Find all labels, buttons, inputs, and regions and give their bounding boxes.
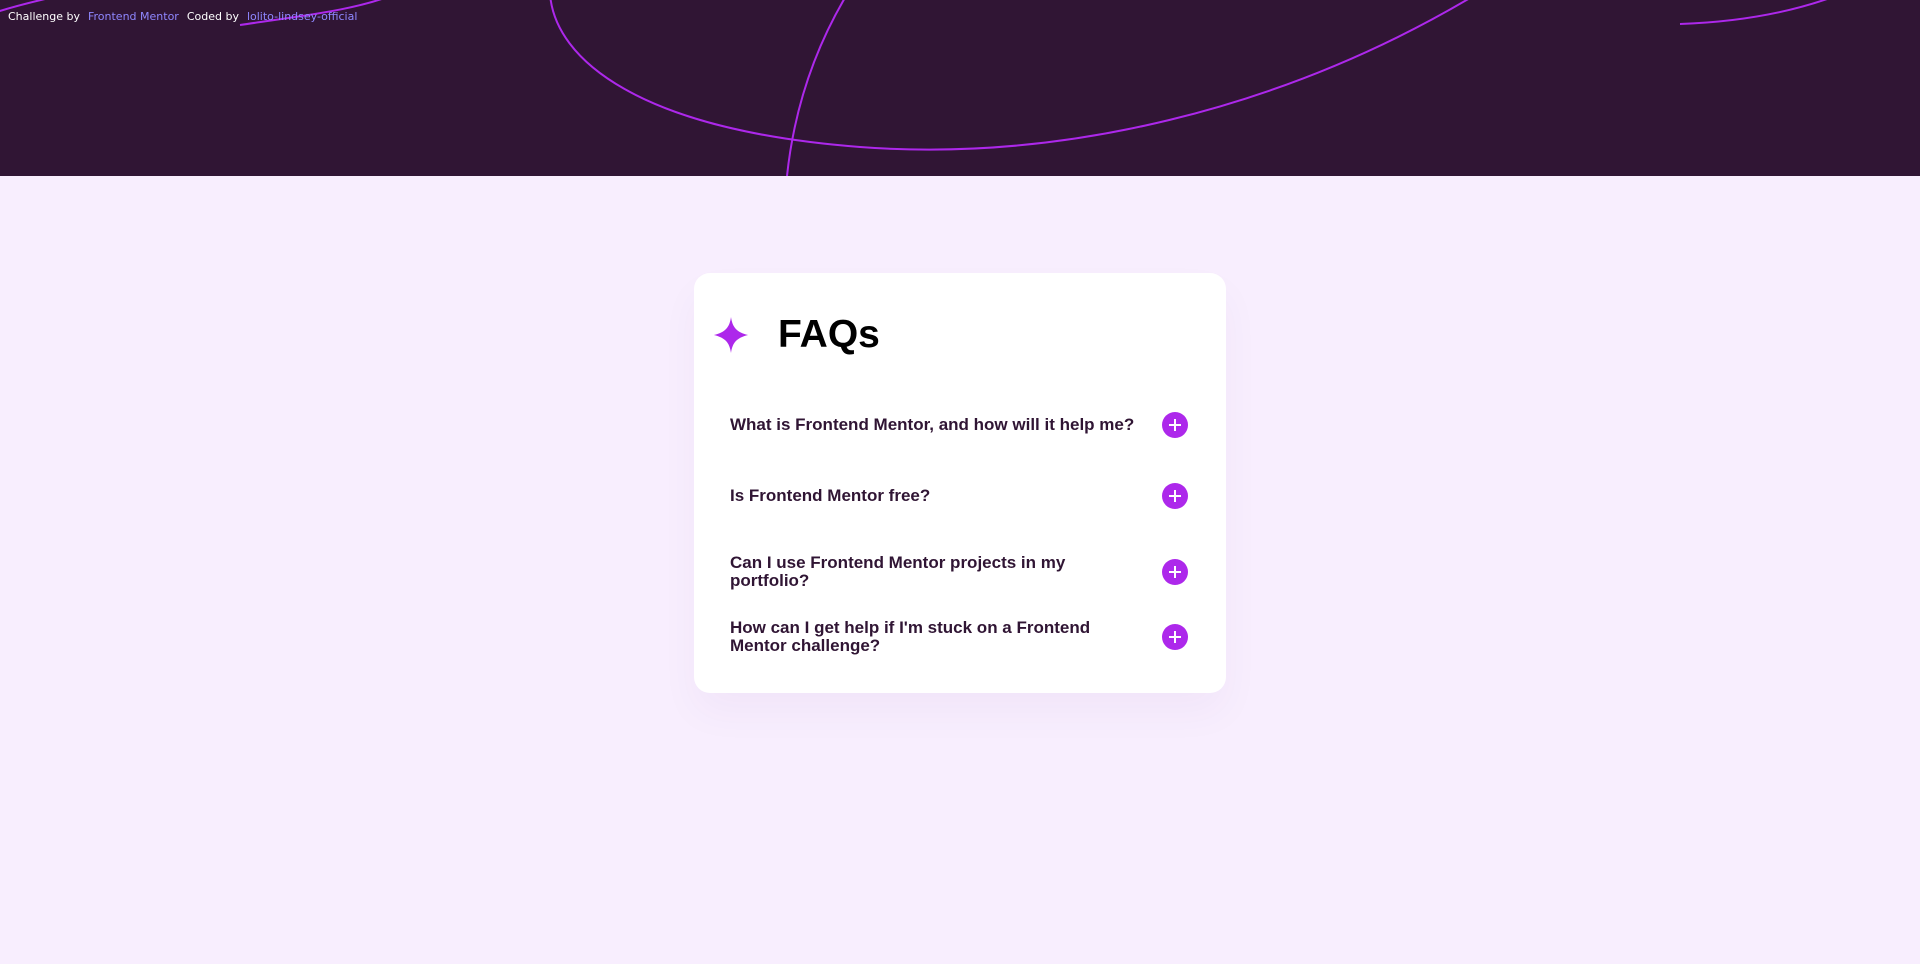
faq-question: What is Frontend Mentor, and how will it… xyxy=(730,415,1135,434)
attribution-challenge-label: Challenge by xyxy=(8,10,80,23)
faq-item-get-help[interactable]: How can I get help if I'm stuck on a Fro… xyxy=(730,619,1188,655)
page-title: FAQs xyxy=(778,313,880,356)
frontend-mentor-link[interactable]: Frontend Mentor xyxy=(88,10,179,23)
faq-question: How can I get help if I'm stuck on a Fro… xyxy=(730,618,1091,655)
attribution: Challenge by Frontend Mentor Coded by lolit… xyxy=(8,10,365,23)
plus-icon[interactable] xyxy=(1162,559,1188,585)
faq-item-what-is-frontend-mentor[interactable]: What is Frontend Mentor, and how will it… xyxy=(730,412,1188,438)
plus-icon[interactable] xyxy=(1162,483,1188,509)
plus-icon[interactable] xyxy=(1162,412,1188,438)
faq-card: FAQs What is Frontend Mentor, and how wi… xyxy=(694,273,1226,693)
faq-item-is-free[interactable]: Is Frontend Mentor free? xyxy=(730,483,1188,509)
faq-question: Can I use Frontend Mentor projects in my… xyxy=(730,553,1066,590)
attribution-coded-label: Coded by xyxy=(186,10,239,23)
hero-banner: Challenge by Frontend Mentor Coded by lolit… xyxy=(0,0,1920,176)
author-link[interactable]: lolito-lindsey-official xyxy=(247,10,357,23)
faq-question: Is Frontend Mentor free? xyxy=(730,486,931,505)
plus-icon[interactable] xyxy=(1162,624,1188,650)
faq-header: FAQs xyxy=(712,313,880,357)
faq-item-portfolio[interactable]: Can I use Frontend Mentor projects in my… xyxy=(730,554,1188,590)
star-icon xyxy=(713,316,749,354)
decorative-curves xyxy=(0,0,1828,176)
